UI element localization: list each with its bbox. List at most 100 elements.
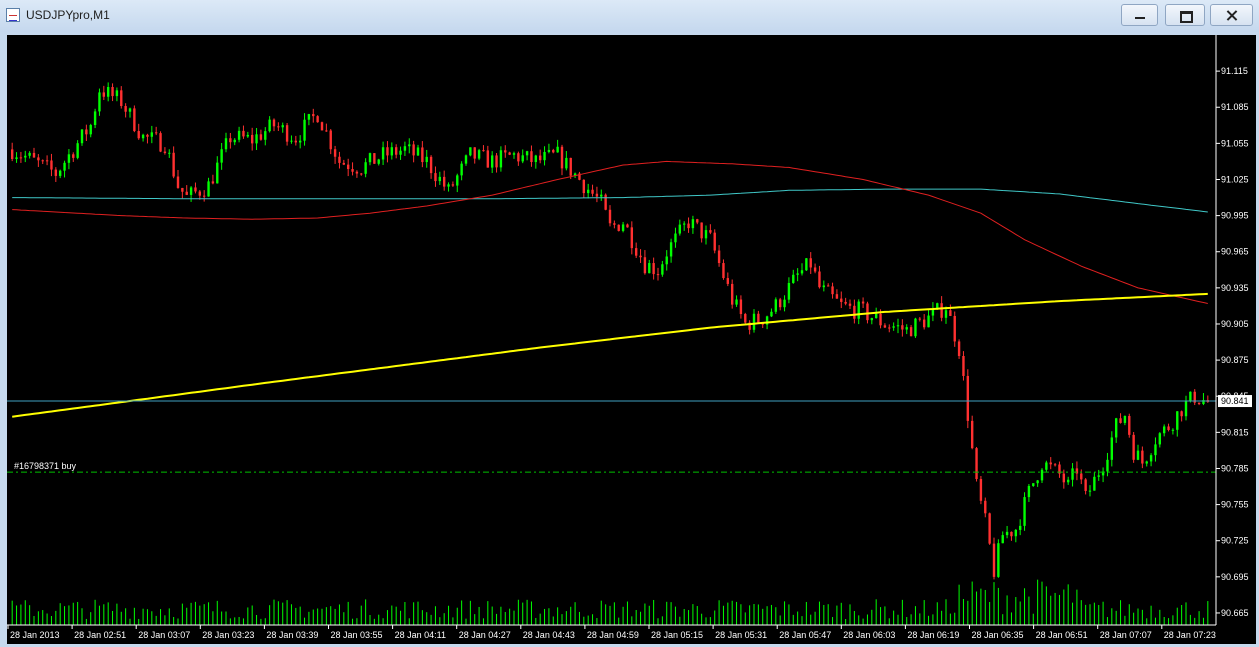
candle-body <box>325 130 328 132</box>
candle-body <box>482 150 485 152</box>
candle <box>888 324 891 333</box>
time-tick-label: 28 Jan 07:23 <box>1164 630 1216 640</box>
candle <box>58 169 62 179</box>
candle-body <box>58 170 62 176</box>
candle-body <box>233 139 236 143</box>
candle-body <box>543 151 546 161</box>
candle-body <box>360 173 363 175</box>
close-button[interactable] <box>1210 4 1253 26</box>
candle-body <box>473 147 476 159</box>
candle <box>425 149 428 168</box>
candle-body <box>805 258 808 271</box>
candle-body <box>1106 459 1109 472</box>
minimize-button[interactable] <box>1121 4 1158 26</box>
candle-body <box>1114 418 1118 438</box>
candle-body <box>914 318 917 337</box>
candle <box>1045 460 1048 472</box>
title-bar[interactable]: USDJPYpro,M1 <box>0 0 1259 32</box>
candle-body <box>285 125 289 142</box>
candle-body <box>735 299 738 305</box>
price-chart[interactable]: #16798371 buy 91.115 91.085 91.055 91.025 90… <box>7 35 1256 644</box>
candle <box>586 183 590 199</box>
candle-body <box>111 87 114 97</box>
candle <box>717 245 721 267</box>
candle-body <box>1088 490 1092 492</box>
price-tick-label: 90.995 <box>1221 211 1249 221</box>
candle-body <box>390 147 394 156</box>
candle <box>691 215 695 234</box>
candle-body <box>1066 479 1070 483</box>
candle-body <box>499 150 503 168</box>
maximize-button[interactable] <box>1165 4 1205 26</box>
candle-body <box>464 155 468 164</box>
candle-body <box>146 134 149 137</box>
candle-body <box>604 194 607 210</box>
candle <box>853 299 856 324</box>
price-tick-label: 90.875 <box>1221 355 1249 365</box>
candle <box>1158 432 1162 448</box>
candle <box>726 272 730 287</box>
candle-body <box>992 543 996 577</box>
candle-body <box>696 219 699 223</box>
candle-body <box>608 209 612 224</box>
candle-body <box>521 155 524 162</box>
candle-body <box>783 299 786 308</box>
candle-body <box>486 150 490 168</box>
candle-body <box>456 175 459 186</box>
candle-body <box>704 230 708 239</box>
candle-body <box>312 114 315 117</box>
candle-body <box>408 144 411 147</box>
candle <box>351 162 354 176</box>
candle <box>848 299 852 309</box>
candle <box>355 170 359 178</box>
candle-body <box>1149 455 1153 462</box>
candle-body <box>787 282 791 300</box>
candle-body <box>682 223 686 225</box>
candle <box>739 295 743 319</box>
time-tick-label: 28 Jan 04:59 <box>587 630 639 640</box>
candle <box>857 299 860 325</box>
candle <box>45 155 49 166</box>
candle-body <box>565 157 568 169</box>
candle-body <box>355 171 359 174</box>
candle-body <box>1180 411 1183 417</box>
candle-body <box>953 315 956 342</box>
candle <box>159 131 162 153</box>
candle <box>1202 393 1205 406</box>
candle <box>1167 423 1170 432</box>
candle <box>1106 452 1109 477</box>
candle <box>665 250 668 271</box>
candle-body <box>504 150 507 153</box>
candle <box>473 147 476 164</box>
candle-body <box>120 90 123 107</box>
candle <box>1101 467 1105 483</box>
price-tick-label: 90.785 <box>1221 463 1249 473</box>
candle-body <box>106 87 110 97</box>
candle <box>813 263 817 274</box>
candle-body <box>717 250 721 264</box>
candle-body <box>927 315 930 328</box>
candle-body <box>15 157 18 160</box>
candle-body <box>194 187 197 192</box>
candle <box>796 268 799 282</box>
candle-body <box>211 181 215 184</box>
candle-body <box>888 327 891 329</box>
candle <box>237 126 241 143</box>
candle <box>412 140 415 163</box>
candle <box>800 263 804 276</box>
candle <box>98 88 101 116</box>
candle <box>185 185 188 196</box>
candle <box>1141 446 1144 469</box>
candle-body <box>796 273 799 275</box>
candle-body <box>770 311 773 317</box>
candle-body <box>1023 497 1026 526</box>
candle-body <box>373 153 376 164</box>
candle-body <box>831 286 834 295</box>
candle <box>19 151 23 163</box>
candle-body <box>1001 535 1004 544</box>
candle-body <box>896 325 900 327</box>
candle-body <box>1158 433 1162 445</box>
candle-body <box>866 303 869 321</box>
candle-body <box>403 146 407 151</box>
candle <box>1114 417 1118 443</box>
